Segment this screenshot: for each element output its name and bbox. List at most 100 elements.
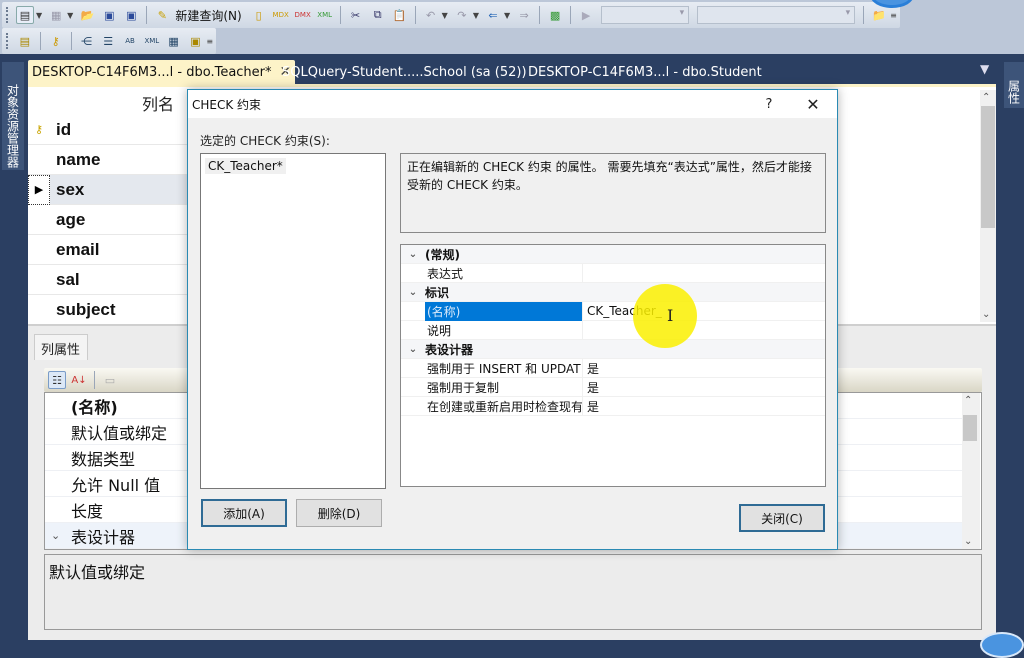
delete-button[interactable]: 删除(D)	[296, 499, 382, 527]
manage-fulltext-icon[interactable]: AB	[121, 32, 139, 50]
toolbar-grip[interactable]	[6, 7, 10, 23]
scrollbar-thumb[interactable]	[963, 415, 977, 441]
dmx-query-icon[interactable]: DMX	[294, 6, 312, 24]
xmla-query-icon[interactable]: XML	[316, 6, 334, 24]
row-selector	[28, 235, 50, 265]
dialog-titlebar[interactable]: CHECK 约束 ? ✕	[188, 90, 837, 118]
column-name-cell[interactable]: name	[50, 150, 100, 170]
property-row[interactable]: 在创建或重新启用时检查现有 是	[401, 396, 825, 416]
chevron-down-icon[interactable]: ▼	[67, 11, 73, 20]
property-value[interactable]: 是	[583, 360, 825, 377]
cut-icon[interactable]: ✂	[347, 6, 365, 24]
redo-icon[interactable]: ↷	[453, 6, 471, 24]
table-row[interactable]: ⚷ id	[28, 115, 188, 145]
chevron-down-icon[interactable]: ⌄	[401, 249, 425, 260]
property-value[interactable]: 是	[583, 379, 825, 396]
property-category-row[interactable]: ⌄ 表设计器	[401, 340, 825, 359]
toolbar-overflow-icon[interactable]: ≡	[206, 37, 213, 46]
undo-icon[interactable]: ↶	[422, 6, 440, 24]
object-explorer-icon[interactable]: 📁	[870, 6, 888, 24]
property-row[interactable]: 说明	[401, 320, 825, 340]
save-icon[interactable]: ▣	[100, 6, 118, 24]
column-properties-tab[interactable]: 列属性	[34, 334, 88, 360]
column-name-cell[interactable]: sex	[50, 180, 84, 200]
manage-spatial-indexes-icon[interactable]: ▣	[187, 32, 205, 50]
chevron-down-icon[interactable]: ⌄	[401, 344, 425, 355]
chevron-down-icon[interactable]: ▼	[442, 11, 448, 20]
scrollbar-thumb[interactable]	[981, 106, 995, 228]
alphabetical-sort-icon[interactable]: A↓	[70, 371, 88, 389]
table-row[interactable]: sal	[28, 265, 188, 295]
tab-sql-query[interactable]: SQLQuery-Student.....School (sa (52))	[278, 60, 531, 84]
database-combo[interactable]	[601, 6, 690, 24]
property-row-selected[interactable]: (名称) CK_Teacher_	[401, 301, 825, 321]
toolbar-overflow-icon[interactable]: ≡	[890, 11, 897, 20]
tab-student-design[interactable]: DESKTOP-C14F6M3...l - dbo.Student	[524, 60, 766, 84]
column-name-cell[interactable]: subject	[50, 300, 116, 320]
database-engine-query-icon[interactable]: ▯	[250, 6, 268, 24]
navigate-backward-icon[interactable]: ⇐	[484, 6, 502, 24]
chevron-down-icon[interactable]: ▼	[504, 11, 510, 20]
close-button[interactable]: ✕	[789, 95, 837, 114]
chevron-down-icon[interactable]: ⌄	[51, 529, 60, 542]
tab-overflow-icon[interactable]: ▼	[980, 62, 989, 76]
table-row[interactable]: email	[28, 235, 188, 265]
object-explorer-tab[interactable]: 对象资源管理器	[2, 62, 24, 170]
column-name-cell[interactable]: age	[50, 210, 85, 230]
manage-xml-indexes-icon[interactable]: XML	[143, 32, 161, 50]
properties-tab[interactable]: 属性	[1004, 62, 1024, 108]
chevron-down-icon[interactable]: ▼	[473, 11, 479, 20]
toolbar-separator	[339, 6, 341, 24]
mdx-query-icon[interactable]: MDX	[272, 6, 290, 24]
activity-monitor-icon[interactable]: ▩	[546, 6, 564, 24]
copy-icon[interactable]: ⧉	[369, 6, 387, 24]
property-name: 说明	[425, 320, 583, 340]
categorized-icon[interactable]: ☷	[48, 371, 66, 389]
chevron-down-icon[interactable]: ⌄	[982, 309, 990, 320]
constraint-list[interactable]: CK_Teacher*	[200, 153, 386, 489]
property-category-row[interactable]: ⌄ (常规)	[401, 245, 825, 264]
column-name-cell[interactable]: email	[50, 240, 99, 260]
new-query-icon[interactable]: ✎	[153, 6, 171, 24]
chevron-down-icon[interactable]: ⌄	[964, 536, 972, 547]
constraint-list-item[interactable]: CK_Teacher*	[205, 158, 286, 174]
execute-icon[interactable]: ▶	[577, 6, 595, 24]
tab-teacher-design[interactable]: DESKTOP-C14F6M3...l - dbo.Teacher* ✕	[28, 60, 296, 84]
chevron-down-icon[interactable]: ⌄	[401, 287, 425, 298]
property-row[interactable]: 强制用于复制 是	[401, 377, 825, 397]
table-row-selected[interactable]: ▶ sex	[28, 174, 188, 205]
generate-change-script-icon[interactable]: ▤	[16, 32, 34, 50]
new-query-button[interactable]: 新建查询(N)	[175, 7, 241, 24]
toolbar-grip[interactable]	[6, 33, 10, 49]
designer-scrollbar[interactable]: ⌃ ⌄	[980, 90, 996, 322]
property-row[interactable]: 表达式	[401, 263, 825, 283]
name-value-input[interactable]: CK_Teacher_	[583, 304, 825, 318]
help-button[interactable]: ?	[749, 97, 789, 112]
chevron-up-icon[interactable]: ⌃	[982, 92, 990, 103]
add-button[interactable]: 添加(A)	[201, 499, 287, 527]
column-name-cell[interactable]: id	[50, 120, 71, 140]
manage-indexes-icon[interactable]: ☰	[99, 32, 117, 50]
property-value[interactable]: 是	[583, 398, 825, 415]
paste-icon[interactable]: 📋	[391, 6, 409, 24]
property-category-row[interactable]: ⌄ 标识	[401, 283, 825, 302]
add-item-icon[interactable]: ▦	[47, 6, 65, 24]
new-project-icon[interactable]: ▤	[16, 6, 34, 24]
manage-check-constraints-icon[interactable]: ▦	[165, 32, 183, 50]
property-row[interactable]: 强制用于 INSERT 和 UPDAT 是	[401, 358, 825, 378]
chevron-up-icon[interactable]: ⌃	[964, 395, 972, 406]
table-row[interactable]: subject	[28, 295, 188, 325]
open-file-icon[interactable]: 📂	[78, 6, 96, 24]
chevron-down-icon[interactable]: ▼	[36, 11, 42, 20]
column-properties-scrollbar[interactable]: ⌃ ⌄	[962, 393, 980, 549]
table-row[interactable]: name	[28, 145, 188, 175]
close-dialog-button[interactable]: 关闭(C)	[739, 504, 825, 532]
table-row[interactable]: age	[28, 205, 188, 235]
save-all-icon[interactable]: ▣	[122, 6, 140, 24]
solution-config-combo[interactable]	[697, 6, 856, 24]
relationships-icon[interactable]: ⋲	[78, 32, 96, 50]
set-primary-key-icon[interactable]: ⚷	[47, 32, 65, 50]
property-pages-icon[interactable]: ▭	[101, 371, 119, 389]
navigate-forward-icon[interactable]: ⇒	[515, 6, 533, 24]
column-name-cell[interactable]: sal	[50, 270, 80, 290]
